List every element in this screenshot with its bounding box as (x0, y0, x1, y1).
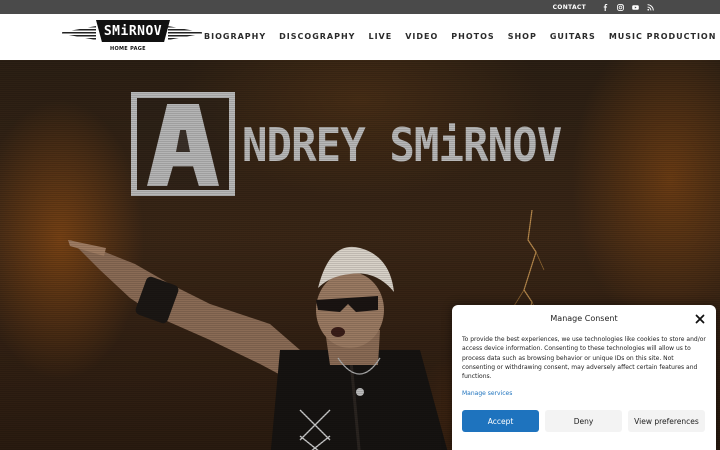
nav-live[interactable]: LIVE (368, 32, 392, 41)
top-utility-bar: CONTACT (0, 0, 720, 14)
nav-video[interactable]: VIDEO (405, 32, 438, 41)
nav-shop[interactable]: SHOP (508, 32, 537, 41)
brand-letter-a-counter (176, 130, 190, 152)
logo-word: SMiRNOV (96, 20, 170, 42)
performer-photo (68, 240, 448, 450)
nav-photos[interactable]: PHOTOS (451, 32, 494, 41)
nav-discography[interactable]: DISCOGRAPHY (279, 32, 355, 41)
consent-dialog: Manage Consent To provide the best exper… (452, 305, 716, 450)
brand-letter-a (147, 104, 219, 186)
logo-speed-lines-right (168, 26, 202, 40)
view-preferences-button[interactable]: View preferences (628, 410, 705, 432)
logo-home-label: HOME PAGE (110, 46, 146, 52)
deny-button[interactable]: Deny (545, 410, 622, 432)
manage-services-link[interactable]: Manage services (462, 390, 512, 397)
brand-name: NDREY SMiRNOV (242, 118, 562, 172)
nav-music-production[interactable]: MUSIC PRODUCTION (609, 32, 717, 41)
logo-speed-lines-left (62, 26, 96, 40)
site-header: SMiRNOV HOME PAGE BIOGRAPHY DISCOGRAPHY … (0, 14, 720, 60)
rss-icon[interactable] (647, 3, 655, 11)
consent-message: To provide the best experiences, we use … (462, 336, 706, 381)
main-nav: BIOGRAPHY DISCOGRAPHY LIVE VIDEO PHOTOS … (204, 32, 720, 41)
nav-guitars[interactable]: GUITARS (550, 32, 596, 41)
close-icon[interactable] (694, 313, 706, 325)
facebook-icon[interactable] (602, 3, 610, 11)
nav-biography[interactable]: BIOGRAPHY (204, 32, 266, 41)
contact-link[interactable]: CONTACT (553, 4, 586, 11)
consent-title: Manage Consent (550, 314, 618, 323)
accept-button[interactable]: Accept (462, 410, 539, 432)
instagram-icon[interactable] (617, 3, 625, 11)
site-logo[interactable]: SMiRNOV HOME PAGE (62, 18, 202, 56)
youtube-icon[interactable] (632, 3, 640, 11)
brand-letter-box (131, 92, 235, 196)
